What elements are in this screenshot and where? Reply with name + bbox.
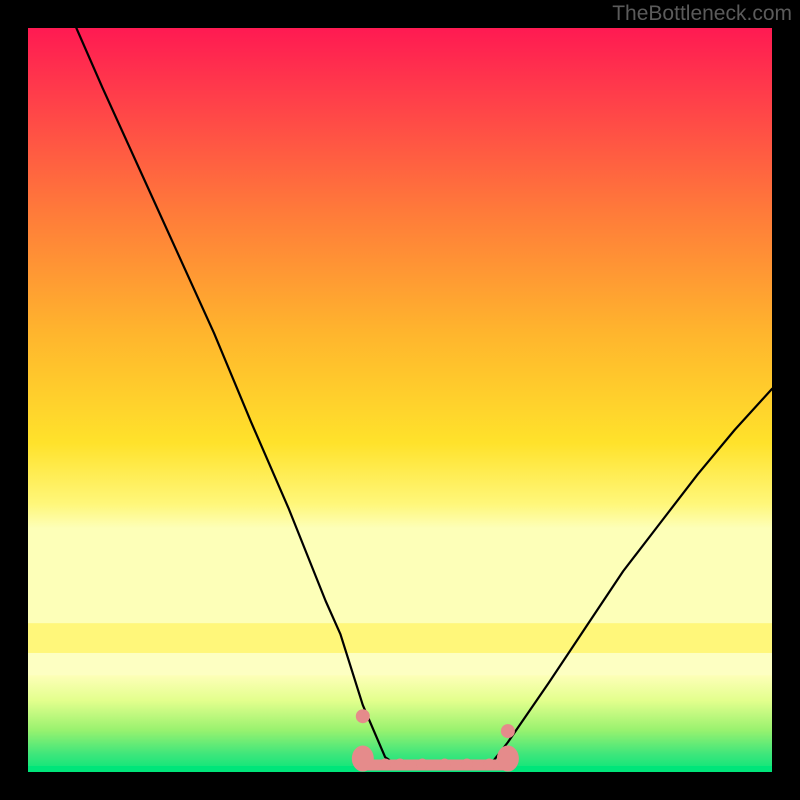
plot-area	[28, 28, 772, 772]
chart-frame: TheBottleneck.com	[0, 0, 800, 800]
watermark-text: TheBottleneck.com	[612, 2, 792, 26]
chart-svg	[28, 28, 772, 772]
